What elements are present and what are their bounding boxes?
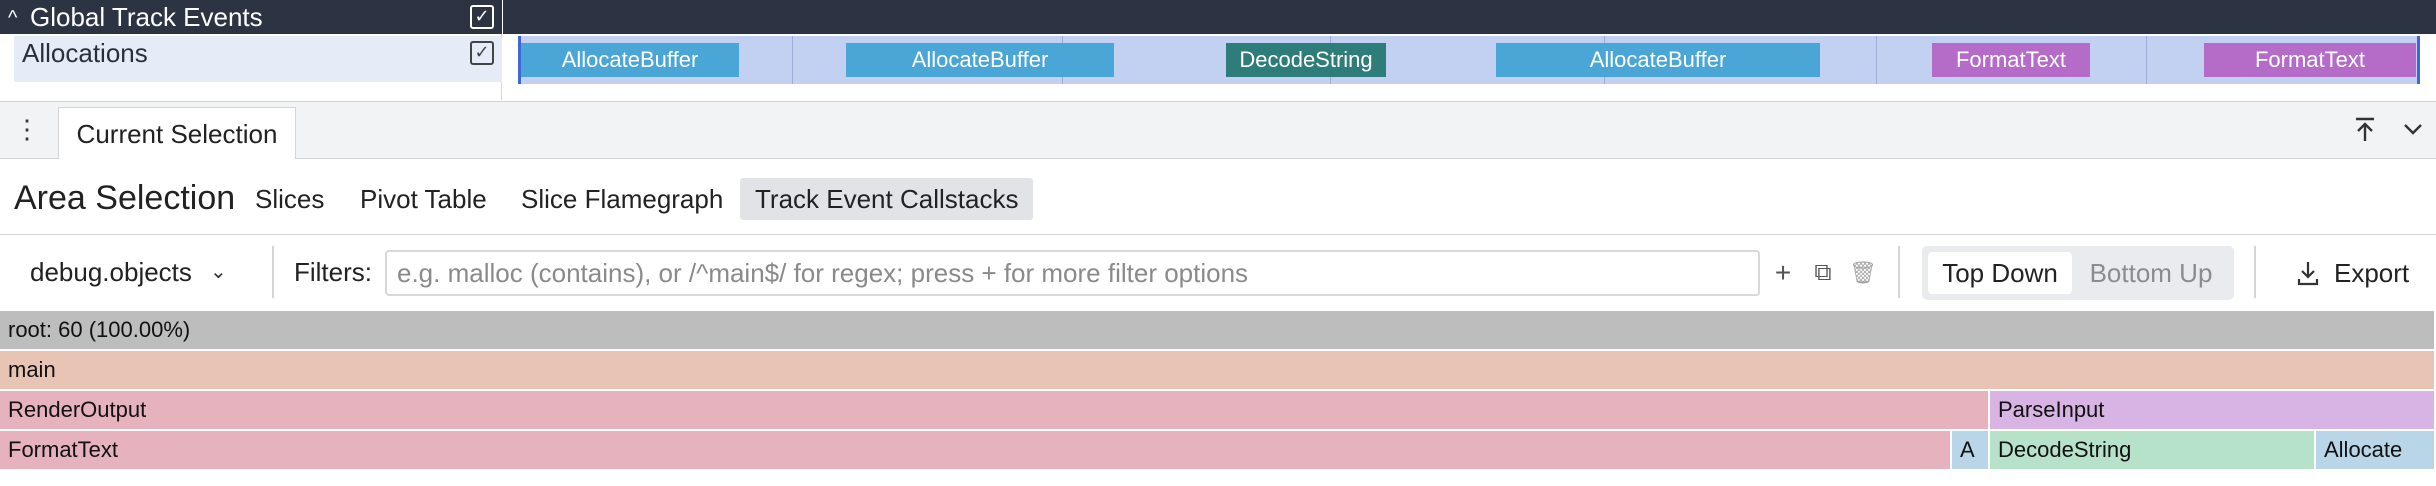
add-filter-icon[interactable]: + xyxy=(1768,256,1798,290)
divider xyxy=(1898,246,1900,298)
track-slice[interactable]: AllocateBuffer xyxy=(521,43,739,77)
divider xyxy=(272,246,274,298)
more-vertical-icon[interactable]: ⋮ xyxy=(14,114,40,144)
flamegraph-frame[interactable]: FormatText xyxy=(0,431,1952,469)
allocations-track-checkbox[interactable]: ✓ xyxy=(470,41,494,65)
top-down-button[interactable]: Top Down xyxy=(1928,252,2072,294)
maximize-panel-icon[interactable] xyxy=(2350,114,2380,144)
flamegraph-frame[interactable]: Allocate xyxy=(2316,431,2436,469)
delete-icon[interactable]: 🗑 xyxy=(1848,256,1878,290)
timeline-tick xyxy=(1876,36,1877,84)
metric-select[interactable]: debug.objects xyxy=(14,252,208,292)
filters-label: Filters: xyxy=(294,257,372,287)
chevron-down-icon[interactable]: ⌄ xyxy=(210,252,227,292)
details-tab-bar xyxy=(0,101,2436,159)
tab-slices[interactable]: Slices xyxy=(240,178,339,220)
timeline-header xyxy=(503,0,2436,34)
divider xyxy=(2254,246,2256,298)
flamegraph-frame[interactable]: RenderOutput xyxy=(0,391,1990,429)
divider xyxy=(0,234,2436,235)
area-selection-title: Area Selection xyxy=(14,179,236,217)
track-slice[interactable]: FormatText xyxy=(1932,43,2090,77)
filter-input[interactable] xyxy=(385,250,1760,296)
tab-pivot-table[interactable]: Pivot Table xyxy=(345,178,502,220)
timeline-tick xyxy=(792,36,793,84)
tab-slice-flamegraph[interactable]: Slice Flamegraph xyxy=(506,178,738,220)
tab-track-event-callstacks[interactable]: Track Event Callstacks xyxy=(740,178,1034,220)
global-track-checkbox[interactable]: ✓ xyxy=(470,5,494,29)
export-button[interactable]: Export xyxy=(2334,252,2409,294)
allocations-track-title: Allocations xyxy=(22,38,148,68)
track-slice[interactable]: FormatText xyxy=(2204,43,2416,77)
collapse-panel-icon[interactable] xyxy=(2398,114,2428,144)
flamegraph-frame[interactable]: DecodeString xyxy=(1990,431,2316,469)
flamegraph-frame[interactable]: A xyxy=(1952,431,1990,469)
global-track-title: Global Track Events xyxy=(30,2,263,32)
download-icon[interactable] xyxy=(2296,258,2320,288)
track-slice[interactable]: DecodeString xyxy=(1226,43,1386,77)
copy-icon[interactable]: ⧉ xyxy=(1808,256,1838,290)
tab-current-selection[interactable]: Current Selection xyxy=(58,107,296,159)
timeline-tick xyxy=(2146,36,2147,84)
collapse-chevron-icon[interactable]: ^ xyxy=(8,3,17,33)
flamegraph-frame[interactable]: root: 60 (100.00%) xyxy=(0,311,2436,349)
track-slice[interactable]: AllocateBuffer xyxy=(1496,43,1820,77)
area-selection-box[interactable] xyxy=(518,36,2420,84)
track-slice[interactable]: AllocateBuffer xyxy=(846,43,1114,77)
flamegraph-frame[interactable]: ParseInput xyxy=(1990,391,2436,429)
bottom-up-button[interactable]: Bottom Up xyxy=(2074,252,2228,294)
flamegraph-frame[interactable]: main xyxy=(0,351,2436,389)
